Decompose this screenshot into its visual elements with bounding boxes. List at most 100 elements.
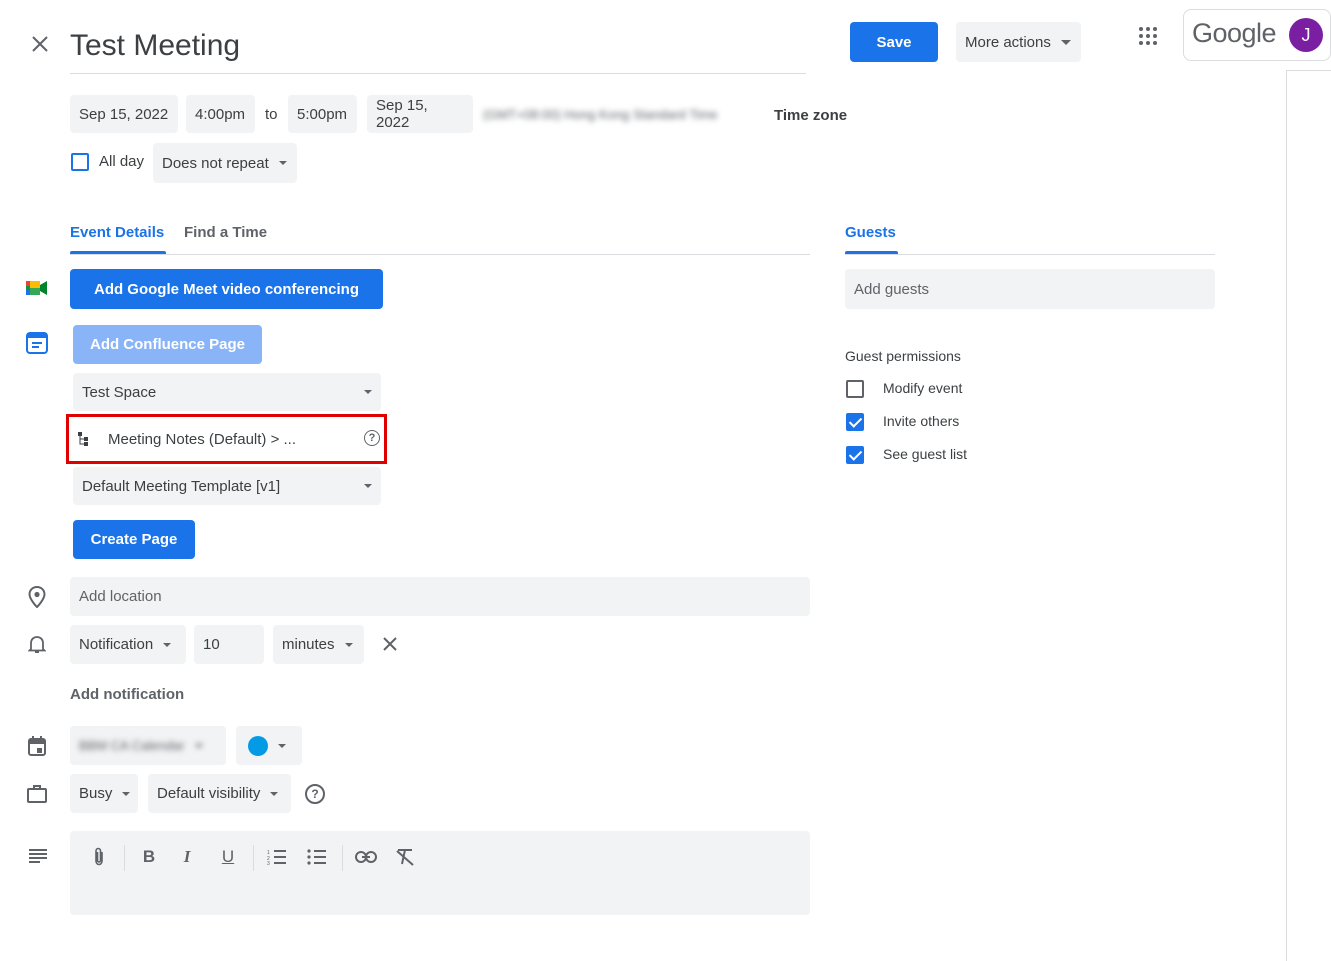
page-tree-icon xyxy=(78,432,88,446)
chevron-down-icon xyxy=(1060,39,1071,45)
description-editor[interactable] xyxy=(70,831,810,915)
calendar-color-select[interactable] xyxy=(236,726,302,765)
template-select-label: Default Meeting Template [v1] xyxy=(82,477,281,495)
close-icon xyxy=(32,36,48,52)
apps-button[interactable] xyxy=(1134,22,1162,50)
timezone-button[interactable]: Time zone xyxy=(774,107,847,124)
chevron-down-icon xyxy=(344,642,353,647)
chevron-down-icon xyxy=(278,161,287,165)
invite-others-checkbox[interactable] xyxy=(846,413,864,431)
close-icon xyxy=(383,637,397,651)
calendar-icon xyxy=(28,736,46,756)
apps-grid-icon xyxy=(1139,27,1157,45)
parent-page-label: Meeting Notes (Default) > ... xyxy=(108,430,296,448)
underline-icon[interactable]: U xyxy=(216,845,240,869)
to-label: to xyxy=(265,106,278,123)
all-day-checkbox[interactable] xyxy=(71,153,89,171)
repeat-select[interactable]: Does not repeat xyxy=(153,143,297,183)
svg-text:3: 3 xyxy=(267,861,270,865)
more-actions-label: More actions xyxy=(965,33,1051,51)
chevron-down-icon xyxy=(364,484,372,488)
color-dot xyxy=(248,735,268,756)
modify-event-label: Modify event xyxy=(883,380,963,396)
toolbar-separator xyxy=(342,845,343,871)
help-icon: ? xyxy=(311,787,319,801)
notification-type-select[interactable]: Notification xyxy=(70,625,186,664)
create-page-button[interactable]: Create Page xyxy=(73,520,195,559)
link-icon[interactable] xyxy=(354,845,378,869)
account-box[interactable]: Google J xyxy=(1183,9,1331,61)
notification-unit-label: minutes xyxy=(282,636,335,653)
briefcase-icon xyxy=(27,785,47,803)
guests-divider xyxy=(845,254,1215,255)
bell-icon xyxy=(27,634,47,654)
description-icon xyxy=(29,849,47,863)
clear-formatting-icon[interactable] xyxy=(393,845,417,869)
chevron-down-icon xyxy=(163,642,172,647)
availability-select[interactable]: Busy xyxy=(70,774,138,813)
italic-icon[interactable]: I xyxy=(175,845,199,869)
add-guests-input[interactable]: Add guests xyxy=(845,269,1215,309)
notification-amount-input[interactable]: 10 xyxy=(194,625,264,664)
avatar[interactable]: J xyxy=(1289,18,1323,52)
see-guest-list-checkbox[interactable] xyxy=(846,446,864,464)
guest-permissions-title: Guest permissions xyxy=(845,348,961,364)
notification-unit-select[interactable]: minutes xyxy=(273,625,364,664)
location-placeholder: Add location xyxy=(79,588,162,605)
template-select[interactable]: Default Meeting Template [v1] xyxy=(73,467,381,505)
availability-label: Busy xyxy=(79,785,113,802)
parent-page-picker[interactable]: Meeting Notes (Default) > ... ? xyxy=(73,420,381,458)
visibility-label: Default visibility xyxy=(157,785,261,802)
start-date-field[interactable]: Sep 15, 2022 xyxy=(70,95,178,133)
notification-type-label: Notification xyxy=(79,636,154,653)
repeat-label: Does not repeat xyxy=(162,154,269,172)
timezone-display: (GMT+08:00) Hong Kong Standard Time xyxy=(483,107,718,122)
end-time-field[interactable]: 5:00pm xyxy=(288,95,357,133)
chevron-down-icon xyxy=(122,791,131,796)
event-title-input[interactable]: Test Meeting xyxy=(70,24,806,74)
invite-others-label: Invite others xyxy=(883,413,960,429)
more-actions-button[interactable]: More actions xyxy=(956,22,1081,62)
tab-find-time[interactable]: Find a Time xyxy=(184,224,267,241)
attachment-icon[interactable] xyxy=(87,845,111,869)
close-button[interactable] xyxy=(24,28,56,60)
event-title: Test Meeting xyxy=(70,29,241,62)
add-notification-link[interactable]: Add notification xyxy=(70,686,184,703)
toolbar-separator xyxy=(253,845,254,871)
side-panel-divider-top xyxy=(1286,70,1331,71)
bulleted-list-icon[interactable] xyxy=(305,845,329,869)
chevron-down-icon xyxy=(270,791,279,796)
tab-event-details[interactable]: Event Details xyxy=(70,224,164,241)
location-pin-icon xyxy=(28,585,46,609)
google-logo: Google xyxy=(1192,18,1277,48)
location-input[interactable]: Add location xyxy=(70,577,810,616)
google-meet-icon xyxy=(26,279,48,297)
toolbar-separator xyxy=(124,845,125,871)
end-date-field[interactable]: Sep 15, 2022 xyxy=(367,95,473,133)
help-icon[interactable]: ? xyxy=(364,430,380,446)
numbered-list-icon[interactable]: 123 xyxy=(265,845,289,869)
start-time-field[interactable]: 4:00pm xyxy=(186,95,255,133)
visibility-select[interactable]: Default visibility xyxy=(148,774,291,813)
space-select-label: Test Space xyxy=(82,383,157,401)
see-guest-list-label: See guest list xyxy=(883,446,968,462)
remove-notification-button[interactable] xyxy=(380,634,400,654)
add-meet-button[interactable]: Add Google Meet video conferencing xyxy=(70,269,383,309)
space-select[interactable]: Test Space xyxy=(73,373,381,411)
add-guests-placeholder: Add guests xyxy=(854,280,930,298)
chevron-down-icon xyxy=(194,743,203,748)
visibility-help-button[interactable]: ? xyxy=(305,784,325,804)
modify-event-checkbox[interactable] xyxy=(846,380,864,398)
chevron-down-icon xyxy=(364,390,372,394)
tabs-divider xyxy=(70,254,810,255)
save-button[interactable]: Save xyxy=(850,22,938,62)
all-day-label: All day xyxy=(99,153,145,170)
chevron-down-icon xyxy=(278,743,286,748)
calendar-select[interactable]: BBM CA Calendar xyxy=(70,726,226,765)
add-confluence-page-button[interactable]: Add Confluence Page xyxy=(73,325,262,364)
tab-guests[interactable]: Guests xyxy=(845,224,896,241)
bold-icon[interactable]: B xyxy=(137,845,161,869)
confluence-icon xyxy=(26,332,48,354)
calendar-name: BBM CA Calendar xyxy=(79,738,185,753)
side-panel-divider xyxy=(1286,70,1287,961)
